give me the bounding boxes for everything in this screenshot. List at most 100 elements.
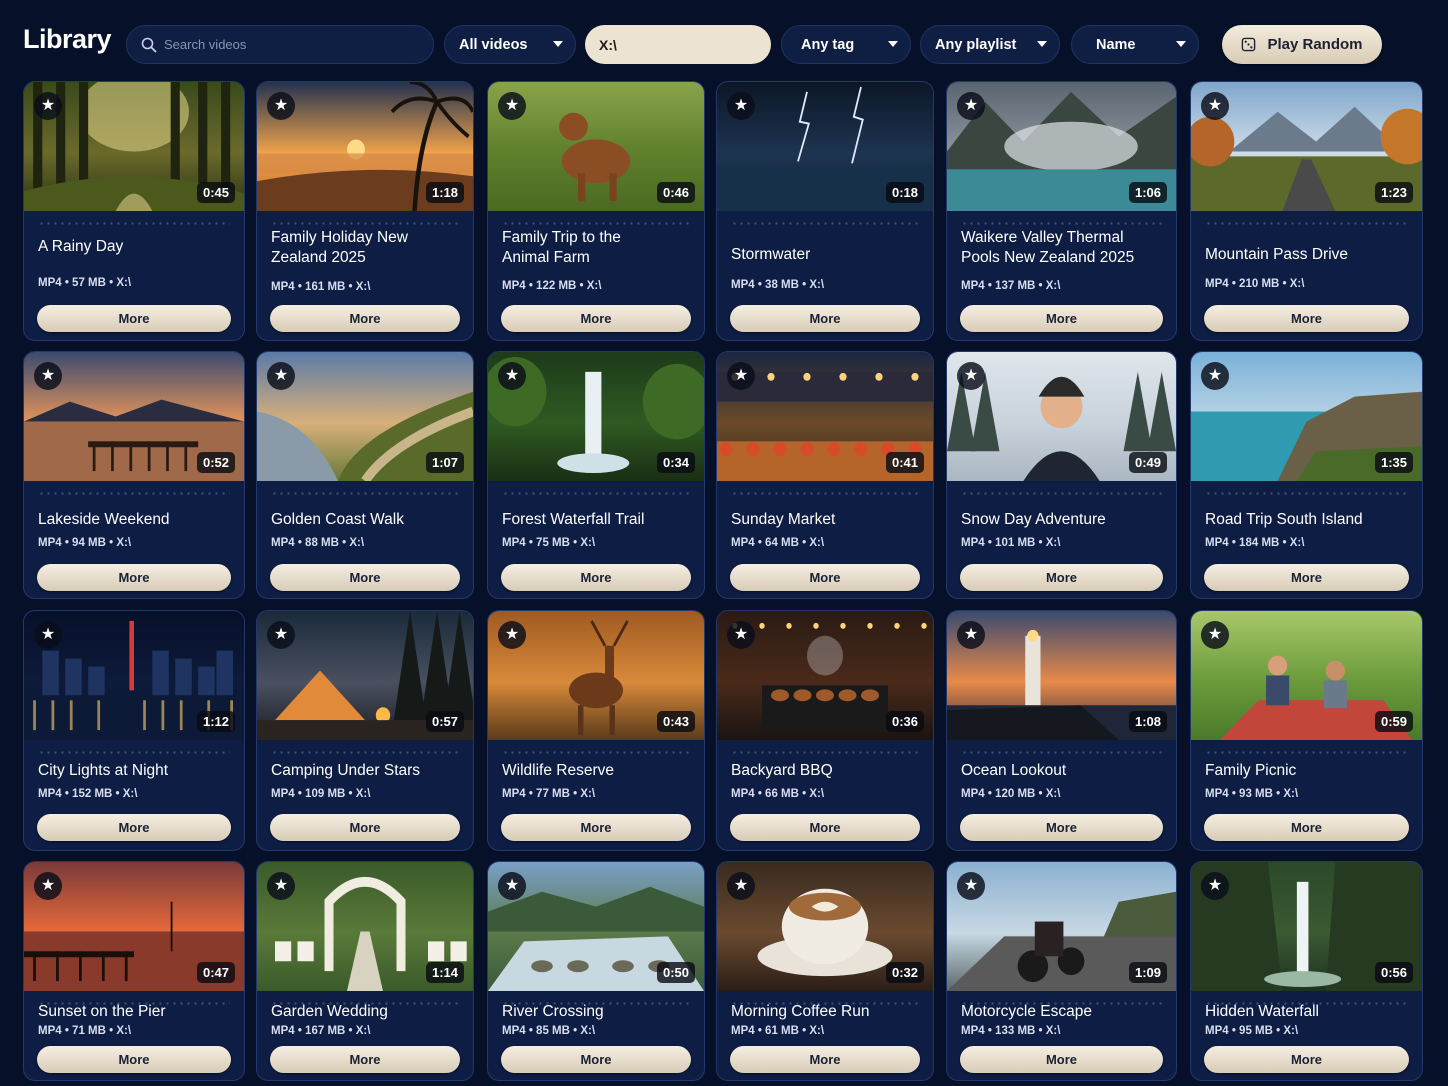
favorite-star-icon[interactable]: ★ bbox=[498, 621, 526, 649]
more-button[interactable]: More bbox=[37, 305, 231, 332]
path-filter-input[interactable]: X:\ bbox=[585, 25, 771, 64]
video-card[interactable]: ★ 0:41 Sunday Market MP4 • 64 MB • X:\ More bbox=[716, 351, 934, 599]
video-card[interactable]: ★ 0:45 A Rainy Day MP4 • 57 MB • X:\ More bbox=[23, 81, 245, 341]
video-card[interactable]: ★ 0:57 Camping Under Stars MP4 • 109 MB • X… bbox=[256, 610, 474, 851]
video-card[interactable]: ★ 0:46 Family Trip to the Animal Farm MP4 •… bbox=[487, 81, 705, 341]
more-button[interactable]: More bbox=[960, 1046, 1163, 1073]
favorite-star-icon[interactable]: ★ bbox=[727, 872, 755, 900]
more-button[interactable]: More bbox=[270, 305, 460, 332]
favorite-star-icon[interactable]: ★ bbox=[34, 92, 62, 120]
video-card[interactable]: ★ 0:49 Snow Day Adventure MP4 • 101 MB • X:… bbox=[946, 351, 1177, 599]
favorite-star-icon[interactable]: ★ bbox=[1201, 362, 1229, 390]
video-card[interactable]: ★ 0:32 Morning Coffee Run MP4 • 61 MB • X:\… bbox=[716, 861, 934, 1081]
more-button[interactable]: More bbox=[730, 814, 920, 841]
search-box[interactable] bbox=[126, 25, 434, 64]
favorite-star-icon[interactable]: ★ bbox=[957, 872, 985, 900]
video-card[interactable]: ★ 1:23 Mountain Pass Drive MP4 • 210 MB • X… bbox=[1190, 81, 1423, 341]
more-button[interactable]: More bbox=[270, 1046, 460, 1073]
video-card[interactable]: ★ 1:12 City Lights at Night MP4 • 152 MB • … bbox=[23, 610, 245, 851]
more-button[interactable]: More bbox=[37, 814, 231, 841]
video-thumbnail[interactable]: ★ 1:06 bbox=[947, 82, 1176, 211]
video-thumbnail[interactable]: ★ 1:12 bbox=[24, 611, 244, 740]
more-button[interactable]: More bbox=[37, 1046, 231, 1073]
favorite-star-icon[interactable]: ★ bbox=[34, 362, 62, 390]
more-button[interactable]: More bbox=[37, 564, 231, 591]
favorite-star-icon[interactable]: ★ bbox=[267, 621, 295, 649]
video-thumbnail[interactable]: ★ 0:32 bbox=[717, 862, 933, 991]
video-thumbnail[interactable]: ★ 0:49 bbox=[947, 352, 1176, 481]
favorite-star-icon[interactable]: ★ bbox=[498, 362, 526, 390]
favorite-star-icon[interactable]: ★ bbox=[267, 872, 295, 900]
sort-select[interactable]: Name bbox=[1071, 25, 1199, 64]
tag-filter-select[interactable]: Any tag bbox=[781, 25, 911, 64]
video-card[interactable]: ★ 1:35 Road Trip South Island MP4 • 184 MB … bbox=[1190, 351, 1423, 599]
video-thumbnail[interactable]: ★ 0:59 bbox=[1191, 611, 1422, 740]
video-card[interactable]: ★ 0:56 Hidden Waterfall MP4 • 95 MB • X:\ Mo… bbox=[1190, 861, 1423, 1081]
video-card[interactable]: ★ 1:06 Waikere Valley Thermal Pools New Ze… bbox=[946, 81, 1177, 341]
search-input[interactable] bbox=[164, 37, 424, 52]
video-card[interactable]: ★ 0:34 Forest Waterfall Trail MP4 • 75 MB •… bbox=[487, 351, 705, 599]
video-thumbnail[interactable]: ★ 0:57 bbox=[257, 611, 473, 740]
favorite-star-icon[interactable]: ★ bbox=[498, 92, 526, 120]
more-button[interactable]: More bbox=[1204, 564, 1409, 591]
more-button[interactable]: More bbox=[270, 564, 460, 591]
favorite-star-icon[interactable]: ★ bbox=[1201, 872, 1229, 900]
playlist-filter-select[interactable]: Any playlist bbox=[920, 25, 1060, 64]
video-thumbnail[interactable]: ★ 1:09 bbox=[947, 862, 1176, 991]
more-button[interactable]: More bbox=[960, 814, 1163, 841]
video-thumbnail[interactable]: ★ 0:45 bbox=[24, 82, 244, 211]
video-card[interactable]: ★ 1:08 Ocean Lookout MP4 • 120 MB • X:\ More bbox=[946, 610, 1177, 851]
video-card[interactable]: ★ 1:18 Family Holiday New Zealand 2025 MP4 … bbox=[256, 81, 474, 341]
more-button[interactable]: More bbox=[501, 305, 691, 332]
favorite-star-icon[interactable]: ★ bbox=[267, 362, 295, 390]
video-card[interactable]: ★ 0:36 Backyard BBQ MP4 • 66 MB • X:\ More bbox=[716, 610, 934, 851]
video-card[interactable]: ★ 0:43 Wildlife Reserve MP4 • 77 MB • X:\ Mo… bbox=[487, 610, 705, 851]
video-thumbnail[interactable]: ★ 1:23 bbox=[1191, 82, 1422, 211]
video-thumbnail[interactable]: ★ 0:41 bbox=[717, 352, 933, 481]
video-card[interactable]: ★ 0:59 Family Picnic MP4 • 93 MB • X:\ More bbox=[1190, 610, 1423, 851]
favorite-star-icon[interactable]: ★ bbox=[727, 362, 755, 390]
favorite-star-icon[interactable]: ★ bbox=[957, 92, 985, 120]
video-thumbnail[interactable]: ★ 1:18 bbox=[257, 82, 473, 211]
more-button[interactable]: More bbox=[960, 305, 1163, 332]
more-button[interactable]: More bbox=[1204, 305, 1409, 332]
video-card[interactable]: ★ 1:07 Golden Coast Walk MP4 • 88 MB • X:\ M… bbox=[256, 351, 474, 599]
video-thumbnail[interactable]: ★ 0:18 bbox=[717, 82, 933, 211]
more-button[interactable]: More bbox=[960, 564, 1163, 591]
more-button[interactable]: More bbox=[501, 564, 691, 591]
video-thumbnail[interactable]: ★ 1:08 bbox=[947, 611, 1176, 740]
video-card[interactable]: ★ 0:50 River Crossing MP4 • 85 MB • X:\ More bbox=[487, 861, 705, 1081]
type-filter-select[interactable]: All videos bbox=[444, 25, 576, 64]
favorite-star-icon[interactable]: ★ bbox=[1201, 621, 1229, 649]
video-card[interactable]: ★ 0:47 Sunset on the Pier MP4 • 71 MB • X:\… bbox=[23, 861, 245, 1081]
more-button[interactable]: More bbox=[730, 564, 920, 591]
more-button[interactable]: More bbox=[730, 1046, 920, 1073]
video-card[interactable]: ★ 1:14 Garden Wedding MP4 • 167 MB • X:\ Mor… bbox=[256, 861, 474, 1081]
video-thumbnail[interactable]: ★ 0:50 bbox=[488, 862, 704, 991]
more-button[interactable]: More bbox=[501, 814, 691, 841]
video-card[interactable]: ★ 0:18 Stormwater MP4 • 38 MB • X:\ More bbox=[716, 81, 934, 341]
favorite-star-icon[interactable]: ★ bbox=[727, 92, 755, 120]
video-card[interactable]: ★ 0:52 Lakeside Weekend MP4 • 94 MB • X:\ Mo… bbox=[23, 351, 245, 599]
video-thumbnail[interactable]: ★ 0:43 bbox=[488, 611, 704, 740]
video-thumbnail[interactable]: ★ 0:36 bbox=[717, 611, 933, 740]
favorite-star-icon[interactable]: ★ bbox=[34, 872, 62, 900]
more-button[interactable]: More bbox=[1204, 814, 1409, 841]
video-thumbnail[interactable]: ★ 1:14 bbox=[257, 862, 473, 991]
favorite-star-icon[interactable]: ★ bbox=[267, 92, 295, 120]
video-thumbnail[interactable]: ★ 0:34 bbox=[488, 352, 704, 481]
favorite-star-icon[interactable]: ★ bbox=[34, 621, 62, 649]
video-thumbnail[interactable]: ★ 0:46 bbox=[488, 82, 704, 211]
favorite-star-icon[interactable]: ★ bbox=[498, 872, 526, 900]
play-random-button[interactable]: Play Random bbox=[1222, 25, 1382, 64]
favorite-star-icon[interactable]: ★ bbox=[957, 621, 985, 649]
more-button[interactable]: More bbox=[1204, 1046, 1409, 1073]
more-button[interactable]: More bbox=[501, 1046, 691, 1073]
favorite-star-icon[interactable]: ★ bbox=[1201, 92, 1229, 120]
favorite-star-icon[interactable]: ★ bbox=[727, 621, 755, 649]
video-thumbnail[interactable]: ★ 0:47 bbox=[24, 862, 244, 991]
more-button[interactable]: More bbox=[730, 305, 920, 332]
video-thumbnail[interactable]: ★ 1:35 bbox=[1191, 352, 1422, 481]
more-button[interactable]: More bbox=[270, 814, 460, 841]
video-thumbnail[interactable]: ★ 0:52 bbox=[24, 352, 244, 481]
